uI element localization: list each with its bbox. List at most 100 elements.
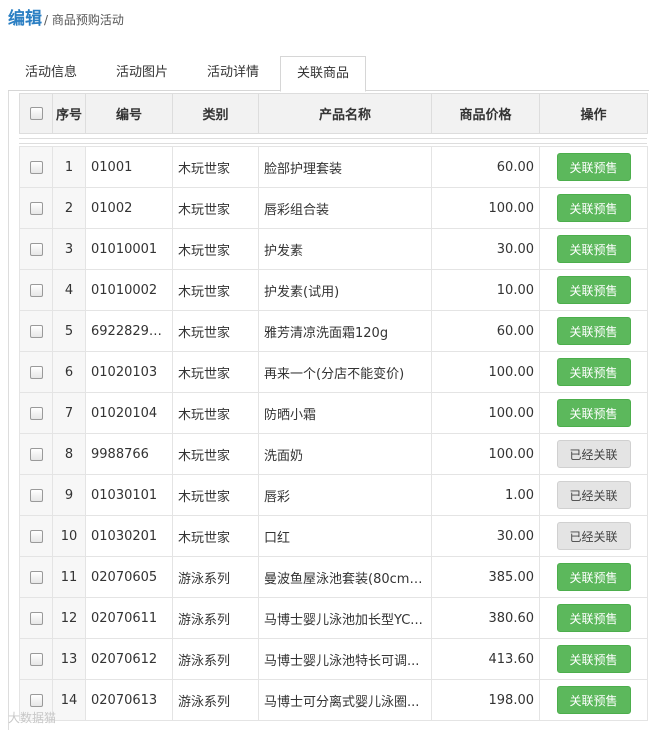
row-category: 木玩世家: [172, 392, 259, 434]
link-presale-button[interactable]: 关联预售: [556, 317, 631, 345]
row-product-name: 口红: [258, 515, 432, 557]
page-header: 编辑 / 商品预购活动: [8, 4, 124, 29]
row-action-cell: 关联预售: [539, 187, 648, 229]
row-action-cell: 关联预售: [539, 597, 648, 639]
tab-activity-info[interactable]: 活动信息: [8, 56, 94, 91]
link-presale-button[interactable]: 关联预售: [556, 235, 631, 263]
products-table: 1 01001 木玩世家 脸部护理套装 60.00 关联预售 2 01002 木玩世家 唇彩组合装…: [19, 146, 648, 721]
row-checkbox[interactable]: [29, 201, 43, 215]
row-checkbox[interactable]: [29, 324, 43, 338]
row-select-cell[interactable]: [19, 556, 53, 598]
link-presale-button[interactable]: 关联预售: [556, 563, 631, 591]
table-row: 10 01030201 木玩世家 口红 30.00 已经关联: [19, 515, 648, 557]
row-checkbox[interactable]: [29, 693, 43, 707]
row-category: 木玩世家: [172, 515, 259, 557]
link-presale-button[interactable]: 关联预售: [556, 604, 631, 632]
row-seq: 8: [52, 433, 86, 475]
page-title: 编辑: [8, 9, 42, 29]
row-product-name: 马博士婴儿泳池加长型YC...: [258, 597, 432, 639]
row-code: 01030101: [85, 474, 173, 516]
row-select-cell[interactable]: [19, 515, 53, 557]
link-presale-button[interactable]: 关联预售: [556, 276, 631, 304]
row-code: 01010002: [85, 269, 173, 311]
row-code: 02070605: [85, 556, 173, 598]
tab-bar: 活动信息 活动图片 活动详情 关联商品: [8, 56, 649, 92]
products-panel: 序号 编号 类别 产品名称 商品价格 操作 1 01001 木玩世家 脸部护理套装 60…: [8, 91, 649, 730]
tab-activity-details[interactable]: 活动详情: [190, 56, 276, 91]
tab-related-products[interactable]: 关联商品: [280, 56, 366, 92]
table-row: 11 02070605 游泳系列 曼波鱼屋泳池套装(80cm*... 385.00 关联预…: [19, 556, 648, 598]
row-select-cell[interactable]: [19, 433, 53, 475]
row-select-cell[interactable]: [19, 228, 53, 270]
row-select-cell[interactable]: [19, 310, 53, 352]
row-seq: 13: [52, 638, 86, 680]
link-presale-button[interactable]: 关联预售: [556, 399, 631, 427]
table-row: 9 01030101 木玩世家 唇彩 1.00 已经关联: [19, 474, 648, 516]
row-checkbox[interactable]: [29, 242, 43, 256]
link-presale-button[interactable]: 关联预售: [556, 194, 631, 222]
row-seq: 3: [52, 228, 86, 270]
link-presale-button[interactable]: 关联预售: [556, 645, 631, 673]
link-presale-button[interactable]: 关联预售: [556, 358, 631, 386]
already-linked-button: 已经关联: [556, 440, 631, 468]
row-code: 01020104: [85, 392, 173, 434]
row-category: 游泳系列: [172, 597, 259, 639]
row-action-cell: 关联预售: [539, 146, 648, 188]
row-code: 01030201: [85, 515, 173, 557]
row-seq: 9: [52, 474, 86, 516]
row-select-cell[interactable]: [19, 187, 53, 229]
row-product-name: 马博士可分离式婴儿泳圈...: [258, 679, 432, 721]
row-action-cell: 关联预售: [539, 310, 648, 352]
row-select-cell[interactable]: [19, 474, 53, 516]
already-linked-button: 已经关联: [556, 522, 631, 550]
link-presale-button[interactable]: 关联预售: [556, 686, 631, 714]
table-header: 序号 编号 类别 产品名称 商品价格 操作: [19, 93, 648, 134]
row-checkbox[interactable]: [29, 652, 43, 666]
column-header-action: 操作: [539, 93, 648, 134]
row-action-cell: 已经关联: [539, 515, 648, 557]
row-checkbox[interactable]: [29, 529, 43, 543]
table-row: 1 01001 木玩世家 脸部护理套装 60.00 关联预售: [19, 146, 648, 188]
row-seq: 11: [52, 556, 86, 598]
row-select-cell[interactable]: [19, 269, 53, 311]
table-row: 3 01010001 木玩世家 护发素 30.00 关联预售: [19, 228, 648, 270]
row-select-cell[interactable]: [19, 597, 53, 639]
row-checkbox[interactable]: [29, 283, 43, 297]
row-select-cell[interactable]: [19, 351, 53, 393]
row-code: 9988766: [85, 433, 173, 475]
table-row: 5 69228295... 木玩世家 雅芳清凉洗面霜120g 60.00 关联预售: [19, 310, 648, 352]
select-all-checkbox[interactable]: [29, 107, 43, 120]
row-checkbox[interactable]: [29, 406, 43, 420]
header-select-all[interactable]: [19, 93, 53, 134]
row-product-name: 唇彩组合装: [258, 187, 432, 229]
row-price: 1.00: [431, 474, 540, 516]
already-linked-button: 已经关联: [556, 481, 631, 509]
row-category: 木玩世家: [172, 433, 259, 475]
row-select-cell[interactable]: [19, 638, 53, 680]
row-checkbox[interactable]: [29, 570, 43, 584]
row-select-cell[interactable]: [19, 392, 53, 434]
table-row: 7 01020104 木玩世家 防晒小霜 100.00 关联预售: [19, 392, 648, 434]
row-checkbox[interactable]: [29, 488, 43, 502]
row-price: 60.00: [431, 146, 540, 188]
row-action-cell: 关联预售: [539, 269, 648, 311]
row-seq: 7: [52, 392, 86, 434]
row-category: 木玩世家: [172, 187, 259, 229]
row-product-name: 护发素: [258, 228, 432, 270]
column-header-product-name: 产品名称: [258, 93, 432, 134]
link-presale-button[interactable]: 关联预售: [556, 153, 631, 181]
row-checkbox[interactable]: [29, 160, 43, 174]
watermark: 大数据猫: [8, 711, 57, 725]
tab-activity-images[interactable]: 活动图片: [99, 56, 185, 91]
row-price: 10.00: [431, 269, 540, 311]
table-row: 6 01020103 木玩世家 再来一个(分店不能变价) 100.00 关联预售: [19, 351, 648, 393]
table-row: 8 9988766 木玩世家 洗面奶 100.00 已经关联: [19, 433, 648, 475]
row-checkbox[interactable]: [29, 611, 43, 625]
row-price: 30.00: [431, 228, 540, 270]
row-product-name: 再来一个(分店不能变价): [258, 351, 432, 393]
row-category: 游泳系列: [172, 638, 259, 680]
row-select-cell[interactable]: [19, 146, 53, 188]
row-checkbox[interactable]: [29, 447, 43, 461]
row-action-cell: 已经关联: [539, 433, 648, 475]
row-checkbox[interactable]: [29, 365, 43, 379]
